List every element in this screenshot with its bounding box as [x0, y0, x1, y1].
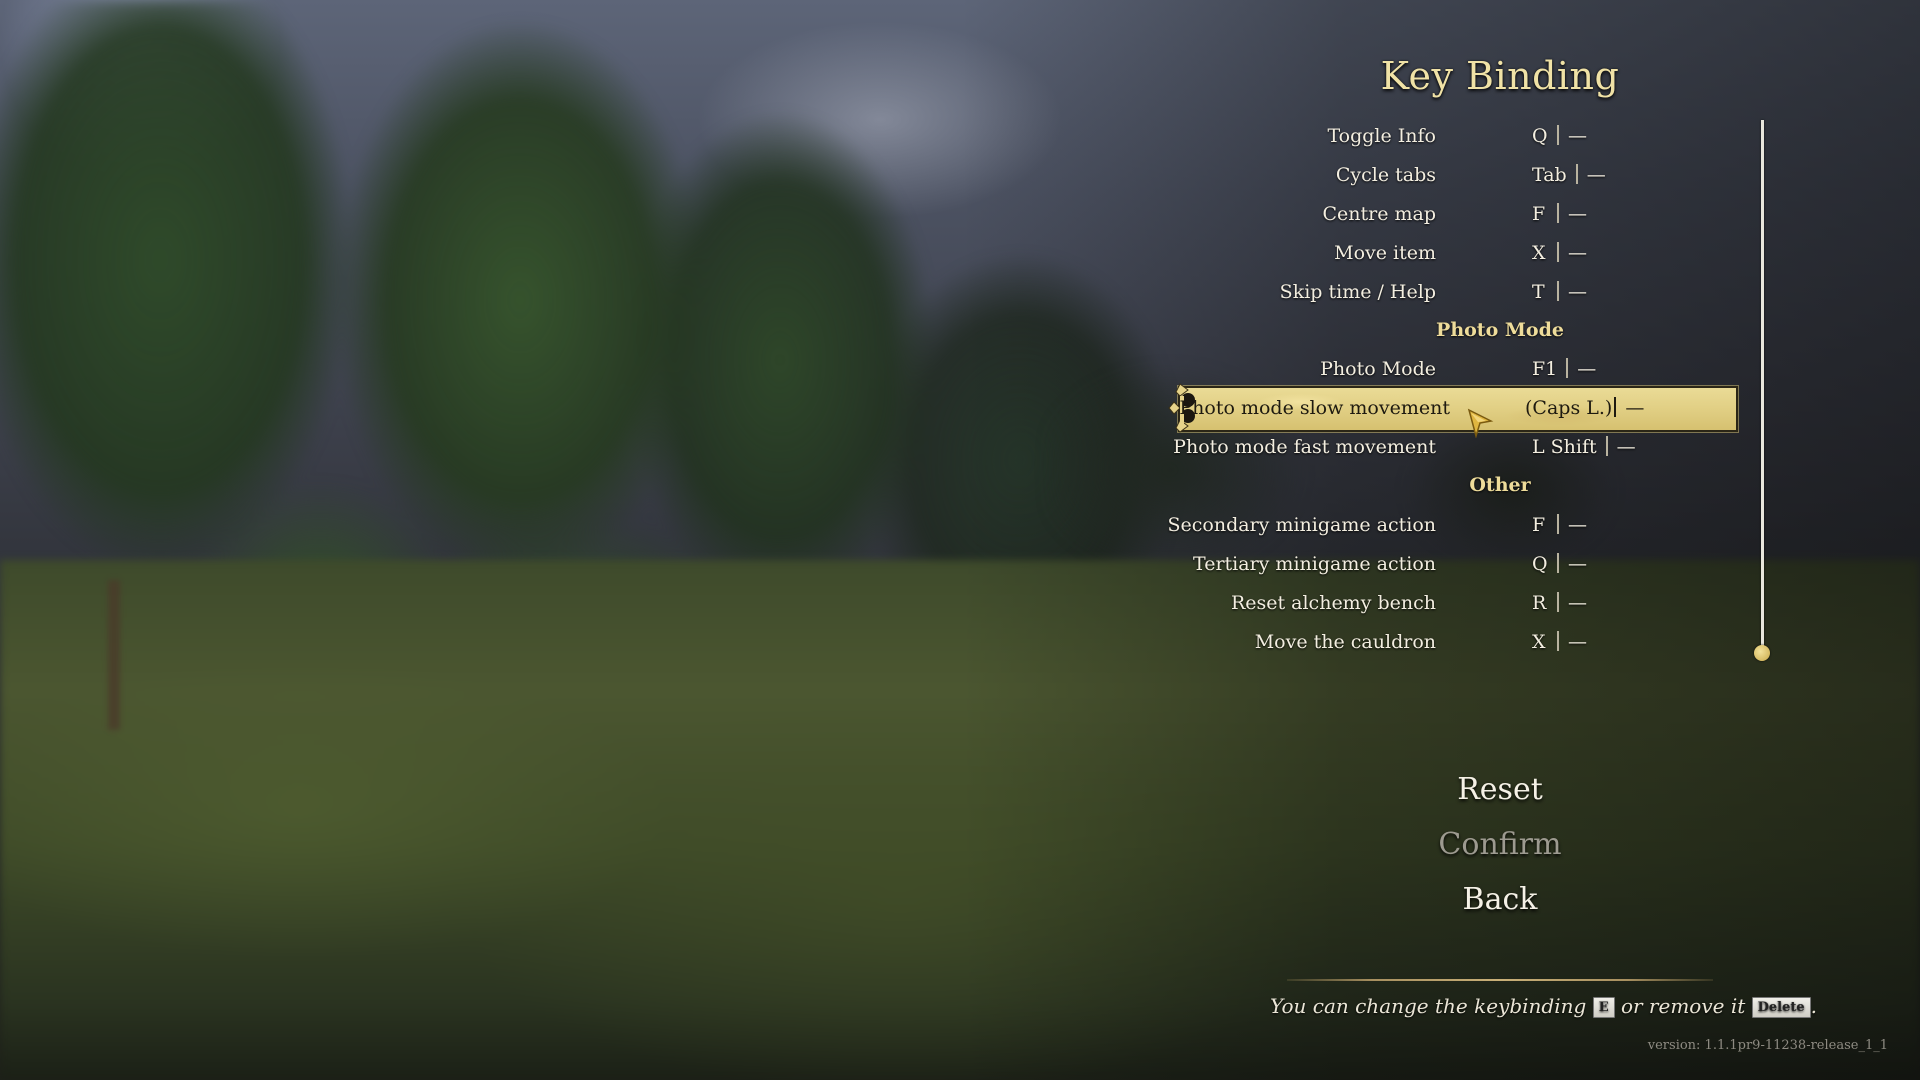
binding-keys: R —: [1532, 584, 1587, 622]
primary-key[interactable]: F1: [1532, 350, 1557, 388]
primary-key[interactable]: T: [1532, 273, 1548, 311]
key-separator: [1557, 553, 1559, 573]
binding-keys: F —: [1532, 195, 1587, 233]
primary-key[interactable]: F: [1532, 506, 1548, 544]
secondary-key[interactable]: —: [1568, 234, 1587, 272]
secondary-key[interactable]: —: [1568, 545, 1587, 583]
binding-action-label: Photo mode slow movement: [1179, 397, 1450, 419]
secondary-key[interactable]: —: [1568, 584, 1587, 622]
secondary-key[interactable]: —: [1625, 388, 1644, 428]
key-separator: [1575, 164, 1578, 184]
binding-action-label: Skip time / Help: [1279, 281, 1436, 303]
key-separator: [1557, 514, 1559, 534]
reset-button[interactable]: Reset: [1400, 772, 1600, 807]
mouse-cursor-icon: [1467, 408, 1494, 438]
binding-row[interactable]: Cycle tabs Tab —: [1160, 156, 1740, 194]
secondary-key[interactable]: —: [1587, 156, 1606, 194]
binding-keys: X —: [1532, 623, 1587, 661]
binding-action-label: Photo Mode: [1320, 358, 1436, 380]
secondary-key[interactable]: —: [1617, 428, 1636, 466]
scrollbar-track[interactable]: [1761, 120, 1764, 650]
secondary-key[interactable]: —: [1568, 623, 1587, 661]
primary-key[interactable]: Tab: [1532, 156, 1567, 194]
version-label: version: 1.1.1pr9-11238-release_1_1: [1647, 1038, 1888, 1053]
binding-row[interactable]: Photo mode fast movement L Shift —: [1160, 428, 1740, 466]
binding-row[interactable]: Reset alchemy bench R —: [1160, 584, 1740, 622]
binding-row[interactable]: Tertiary minigame action Q —: [1160, 545, 1740, 583]
binding-action-label: Secondary minigame action: [1167, 514, 1436, 536]
primary-key[interactable]: R: [1532, 584, 1548, 622]
secondary-key[interactable]: —: [1568, 195, 1587, 233]
binding-action-label: Toggle Info: [1327, 125, 1436, 147]
change-key-badge: E: [1592, 997, 1615, 1018]
secondary-key[interactable]: —: [1568, 273, 1587, 311]
binding-row[interactable]: Photo Mode F1 —: [1160, 350, 1740, 388]
binding-action-label: Photo mode fast movement: [1173, 436, 1436, 458]
hint-text-middle: or remove it: [1620, 994, 1746, 1018]
binding-keys: Q —: [1532, 545, 1587, 583]
binding-action-label: Reset alchemy bench: [1230, 592, 1436, 614]
binding-action-label: Tertiary minigame action: [1193, 553, 1436, 575]
binding-action-label: Centre map: [1322, 203, 1436, 225]
key-separator: [1557, 631, 1559, 651]
binding-row[interactable]: Toggle Info Q —: [1160, 117, 1740, 155]
hint-text-after: .: [1810, 994, 1818, 1018]
binding-action-label: Cycle tabs: [1335, 164, 1436, 186]
primary-key[interactable]: F: [1532, 195, 1548, 233]
binding-row[interactable]: Move the cauldron X —: [1160, 623, 1740, 661]
remove-key-badge: Delete: [1751, 997, 1811, 1018]
section-header: Photo Mode: [1436, 319, 1564, 341]
binding-keys: F —: [1532, 506, 1587, 544]
binding-row-selected[interactable]: Photo mode slow movement (Caps L.) —: [1168, 383, 1738, 433]
binding-keys: F1 —: [1532, 350, 1596, 388]
secondary-key[interactable]: —: [1577, 350, 1596, 388]
back-button[interactable]: Back: [1400, 882, 1600, 917]
binding-action-label: Move the cauldron: [1254, 631, 1436, 653]
primary-key[interactable]: (Caps L.): [1525, 388, 1612, 428]
binding-keys: (Caps L.) —: [1525, 388, 1644, 428]
binding-row[interactable]: Secondary minigame action F —: [1160, 506, 1740, 544]
hint-text: You can change the keybinding E or remov…: [1270, 994, 1817, 1018]
hint-text-before: You can change the keybinding: [1270, 994, 1587, 1018]
binding-keys: Tab —: [1532, 156, 1606, 194]
binding-keys: L Shift —: [1532, 428, 1636, 466]
secondary-key[interactable]: —: [1568, 117, 1587, 155]
primary-key[interactable]: Q: [1532, 117, 1548, 155]
binding-keys: Q —: [1532, 117, 1587, 155]
primary-key[interactable]: X: [1532, 234, 1548, 272]
secondary-key[interactable]: —: [1568, 506, 1587, 544]
key-binding-panel: Key Binding Toggle Info Q — Cycle tabs Tab — C…: [1160, 0, 1738, 1080]
key-separator: [1557, 592, 1559, 612]
binding-row[interactable]: Skip time / Help T —: [1160, 273, 1740, 311]
hint-divider: [1287, 979, 1713, 981]
binding-keys: X —: [1532, 234, 1587, 272]
binding-row[interactable]: Move item X —: [1160, 234, 1740, 272]
section-header: Other: [1469, 474, 1531, 496]
key-separator: [1614, 397, 1617, 417]
primary-key[interactable]: Q: [1532, 545, 1548, 583]
page-title: Key Binding: [1380, 54, 1620, 98]
scrollbar-thumb[interactable]: [1754, 645, 1770, 661]
binding-action-label: Move item: [1334, 242, 1436, 264]
key-separator: [1557, 203, 1559, 223]
key-separator: [1605, 436, 1608, 456]
primary-key[interactable]: L Shift: [1532, 428, 1597, 466]
confirm-button[interactable]: Confirm: [1400, 827, 1600, 862]
binding-keys: T —: [1532, 273, 1587, 311]
key-separator: [1557, 242, 1559, 262]
binding-row[interactable]: Centre map F —: [1160, 195, 1740, 233]
primary-key[interactable]: X: [1532, 623, 1548, 661]
key-separator: [1566, 358, 1569, 378]
key-separator: [1557, 281, 1559, 301]
key-separator: [1557, 125, 1559, 145]
